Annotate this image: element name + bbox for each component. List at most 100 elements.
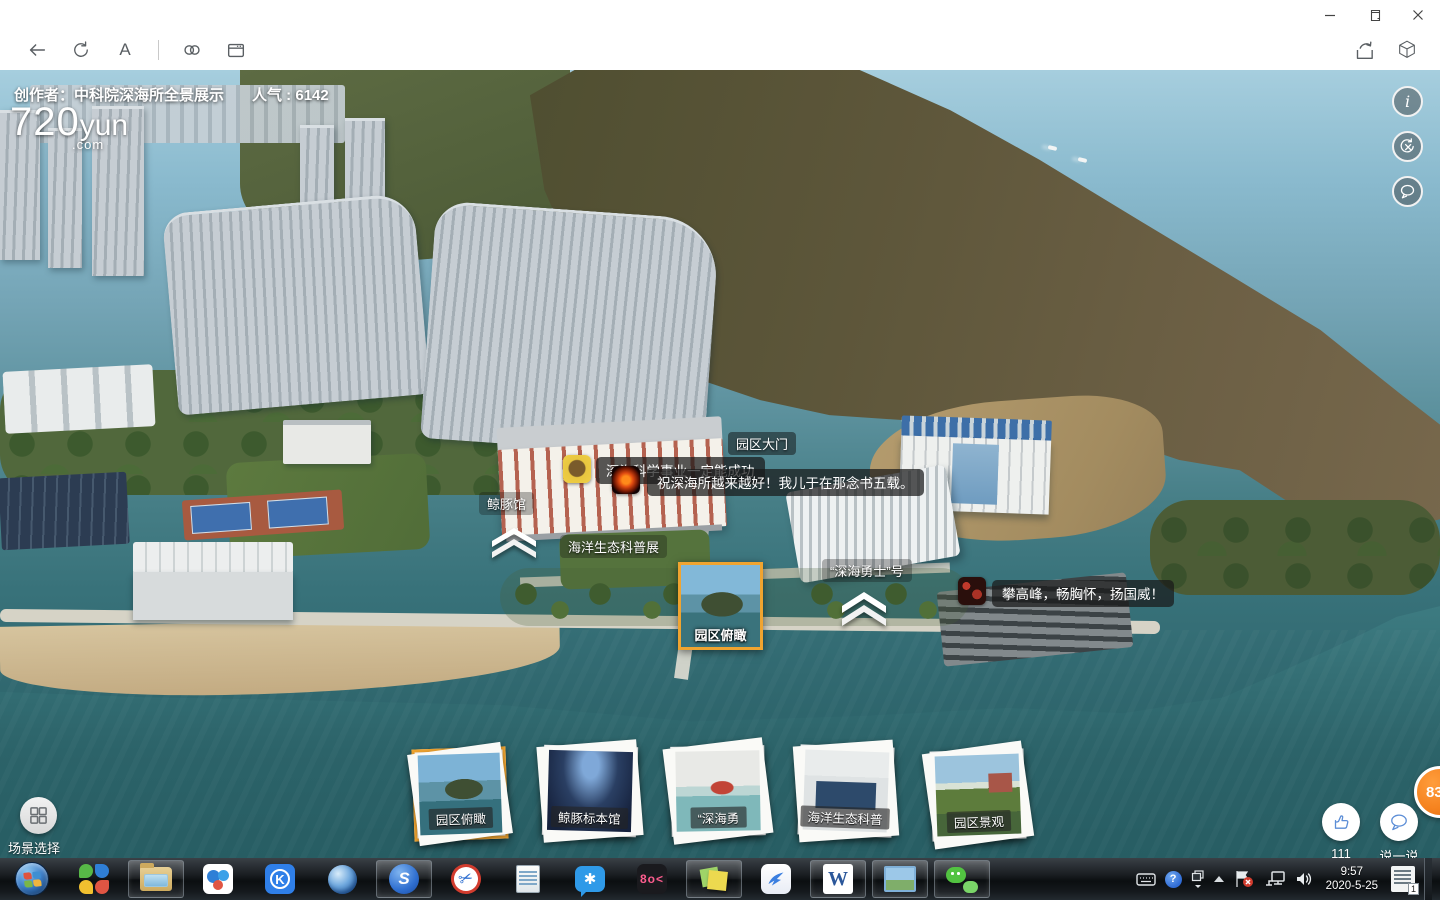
info-icon: i: [1405, 92, 1410, 111]
taskbar-file-explorer[interactable]: [128, 860, 184, 898]
volume-tray-icon[interactable]: [1295, 870, 1313, 888]
hotspot-overview-label: 园区俯瞰: [694, 625, 746, 644]
minimize-button[interactable]: [1308, 0, 1352, 30]
comment-input-button[interactable]: [1380, 803, 1418, 841]
scene-thumbnail-landscape[interactable]: 园区景观: [929, 748, 1026, 841]
scene-select-button[interactable]: [20, 797, 57, 834]
toolbar-divider: [158, 40, 159, 60]
like-button[interactable]: [1322, 803, 1360, 841]
window-titlebar[interactable]: [0, 0, 1440, 30]
language-bar-tray-icon[interactable]: [1191, 869, 1205, 889]
scene-solar-panels: [0, 472, 130, 551]
scene-thumbnail-eco-exhibit[interactable]: 海洋生态科普: [797, 744, 894, 837]
scene-building: [283, 420, 371, 464]
taskbar-browser-globe[interactable]: [314, 860, 370, 898]
read-aloud-icon: A: [119, 40, 130, 60]
scene-apartment-slab: [162, 192, 431, 415]
start-button[interactable]: [4, 860, 60, 898]
back-button[interactable]: [22, 35, 52, 65]
taskbar-chat-app[interactable]: ✱: [562, 860, 618, 898]
scene-villas: [2, 364, 155, 434]
taskbar-baidu-netdisk[interactable]: [190, 860, 246, 898]
star-bubble-icon: ✱: [575, 866, 605, 892]
danmaku-avatar: [563, 455, 591, 483]
taskbar-clock[interactable]: 9:57 2020-5-25: [1322, 865, 1382, 893]
taskbar-bok-app[interactable]: 8o<: [624, 860, 680, 898]
panorama-viewport[interactable]: 创作者：中科院深海所全景展示 人气 : 6142 720yun .com i 园…: [0, 70, 1440, 858]
refresh-icon: [71, 40, 91, 60]
hotspot-overview-thumbnail[interactable]: 园区俯瞰: [678, 562, 763, 650]
scissors-icon: ✂: [447, 860, 485, 898]
hotspot-submersible[interactable]: “深海勇士”号: [822, 559, 912, 582]
comment-label: 说一说: [1372, 846, 1426, 858]
taskbar-screenshot-tool[interactable]: ✂: [438, 860, 494, 898]
gyroscope-off-icon: [1398, 137, 1417, 156]
taskbar-sogou-input[interactable]: S: [376, 860, 432, 898]
pinwheel-icon: [79, 864, 109, 894]
taskbar-notepad[interactable]: [500, 860, 556, 898]
restore-icon: [1368, 9, 1381, 22]
bird-icon: [761, 864, 791, 894]
danmaku-comment: 攀高峰，畅胸怀，扬国威！: [958, 577, 1174, 607]
scene-boat: [1048, 145, 1058, 151]
taskbar-sogou-browser[interactable]: [66, 860, 122, 898]
back-arrow-icon: [26, 39, 48, 61]
scene-thumbnail-submersible[interactable]: “深海勇: [670, 745, 766, 837]
link-button[interactable]: [177, 35, 207, 65]
close-icon: [1412, 9, 1424, 21]
3d-view-button[interactable]: [1392, 35, 1422, 65]
read-aloud-button[interactable]: A: [110, 35, 140, 65]
close-button[interactable]: [1396, 0, 1440, 30]
taskbar-sticky-notes[interactable]: [686, 860, 742, 898]
grid-icon: [29, 806, 48, 825]
taskbar-wechat[interactable]: [934, 860, 990, 898]
site-logo[interactable]: 720yun .com: [10, 100, 128, 152]
share-icon: [1352, 39, 1374, 61]
show-hidden-icons-button[interactable]: [1214, 876, 1224, 882]
save-button[interactable]: [221, 35, 251, 65]
link-icon: [181, 39, 203, 61]
danmaku-avatar: [958, 577, 986, 605]
action-center-flag-icon[interactable]: [1233, 869, 1255, 889]
chat-bubble-icon: [1388, 811, 1410, 833]
hotspot-gate[interactable]: 园区大门: [728, 432, 796, 455]
taskbar-thunder[interactable]: [748, 860, 804, 898]
scene-warehouse: [133, 542, 293, 624]
help-tray-icon[interactable]: ?: [1165, 871, 1182, 888]
save-window-icon: [225, 39, 247, 61]
hotspot-chevron-up[interactable]: [486, 525, 542, 564]
input-keyboard-tray-icon[interactable]: [1136, 872, 1156, 886]
refresh-button[interactable]: [66, 35, 96, 65]
gyroscope-toggle-button[interactable]: [1392, 131, 1423, 162]
show-desktop-button[interactable]: [1424, 858, 1432, 900]
scene-select-label: 场景选择: [8, 838, 60, 857]
taskbar-k-app[interactable]: K: [252, 860, 308, 898]
restore-button[interactable]: [1352, 0, 1396, 30]
bok-icon: 8o<: [637, 864, 667, 894]
notes-tray-icon[interactable]: 1: [1391, 866, 1415, 892]
windows-taskbar: K S ✂ ✱ 8o<: [0, 858, 1440, 900]
hotspot-eco-exhibit[interactable]: 海洋生态科普展: [560, 535, 667, 558]
taskbar-word[interactable]: W: [810, 860, 866, 898]
hotspot-chevron-up[interactable]: [836, 588, 892, 633]
danmaku-text: 祝深海所越来越好！我儿于在那念书五载。: [647, 469, 924, 496]
scene-thumbnail-overview[interactable]: 园区俯瞰: [411, 746, 508, 841]
minimize-icon: [1324, 9, 1336, 21]
clock-time: 9:57: [1326, 865, 1378, 879]
notepad-icon: [516, 865, 540, 893]
network-tray-icon[interactable]: [1264, 869, 1286, 889]
info-button[interactable]: i: [1392, 86, 1423, 117]
scene-boat: [1078, 157, 1088, 163]
scene-thumbnail-whale-museum[interactable]: 鲸豚标本馆: [542, 745, 638, 837]
word-icon: W: [823, 864, 853, 894]
comments-button[interactable]: [1392, 176, 1423, 207]
taskbar-photo-viewer[interactable]: [872, 860, 928, 898]
notes-badge: 1: [1408, 883, 1419, 895]
cube-icon: [1396, 39, 1418, 61]
hotspot-whale-hall[interactable]: 鲸豚馆: [479, 492, 534, 515]
netdisk-icon: [203, 864, 233, 894]
windows-logo-icon: [15, 862, 49, 896]
folder-icon: [140, 867, 172, 891]
share-button[interactable]: [1348, 35, 1378, 65]
scene-shore-trees: [1150, 500, 1440, 595]
